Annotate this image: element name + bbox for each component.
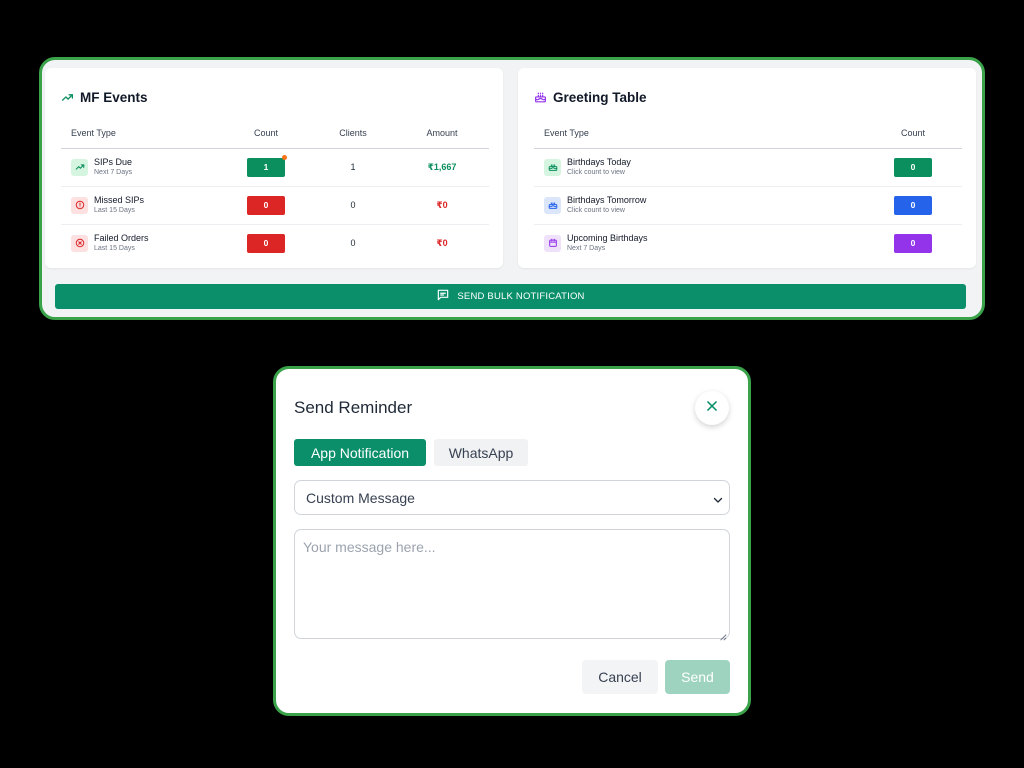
count-badge[interactable]: 0	[894, 195, 932, 215]
col-amount: Amount	[395, 118, 489, 149]
count-badge[interactable]: 0	[247, 195, 285, 215]
event-name: Failed Orders	[94, 233, 149, 244]
amount-value: ₹0	[436, 237, 448, 248]
calendar-icon	[544, 234, 561, 252]
modal-title: Send Reminder	[294, 398, 413, 417]
col-count: Count	[864, 118, 962, 149]
resize-handle-icon[interactable]	[719, 628, 727, 646]
event-hint: Click count to view	[567, 207, 625, 214]
message-type-select[interactable]: Custom Message	[294, 480, 730, 515]
clients-value: 0	[311, 186, 395, 225]
table-row: Missed SIPs Last 15 Days 0 0 ₹0	[61, 186, 489, 225]
chevron-down-icon	[712, 493, 724, 509]
notification-dot	[282, 154, 287, 160]
tab-app-notification[interactable]: App Notification	[294, 439, 426, 466]
greeting-table: Event Type Count Birthdays Today Click c	[534, 118, 962, 262]
table-row: Birthdays Today Click count to view 0	[534, 148, 962, 187]
count-badge[interactable]: 0	[894, 233, 932, 253]
x-circle-icon	[71, 234, 88, 252]
greeting-table-title: Greeting Table	[553, 90, 647, 105]
clients-value: 0	[350, 238, 356, 249]
tab-whatsapp[interactable]: WhatsApp	[434, 439, 528, 466]
event-period: Last 15 Days	[94, 207, 135, 214]
send-bulk-notification-button[interactable]: SEND BULK NOTIFICATION	[55, 284, 966, 309]
greeting-title-row: Greeting Table	[534, 90, 647, 105]
trend-up-icon	[61, 91, 74, 104]
table-row: Birthdays Tomorrow Click count to view 0	[534, 186, 962, 225]
message-textarea[interactable]	[294, 529, 730, 639]
event-name: Birthdays Today	[567, 157, 631, 167]
mf-events-title: MF Events	[80, 90, 148, 105]
event-period: Next 7 Days	[94, 169, 133, 176]
amount-value: ₹0	[395, 186, 489, 225]
message-type-value: Custom Message	[306, 489, 415, 506]
mf-events-card: MF Events Event Type Count Clients Amoun…	[45, 68, 503, 268]
close-icon	[705, 399, 719, 418]
send-button[interactable]: Send	[665, 660, 730, 694]
col-event-type: Event Type	[61, 118, 221, 149]
col-count: Count	[221, 118, 311, 149]
clients-value: 1	[311, 148, 395, 187]
event-hint: Click count to view	[567, 169, 625, 176]
col-clients: Clients	[311, 118, 395, 149]
send-bulk-notification-label: SEND BULK NOTIFICATION	[457, 291, 585, 302]
event-name: SIPs Due	[94, 157, 133, 167]
greeting-table-card: Greeting Table Event Type Count Birthday…	[518, 68, 976, 268]
alert-circle-icon	[71, 196, 88, 214]
table-row: Upcoming Birthdays Next 7 Days 0	[534, 224, 962, 262]
col-event-type: Event Type	[534, 118, 864, 149]
cake-icon	[534, 91, 547, 104]
event-period: Last 15 Days	[94, 245, 135, 253]
trend-up-icon	[71, 158, 88, 176]
event-name: Missed SIPs	[94, 195, 145, 205]
event-name: Upcoming Birthdays	[567, 233, 648, 244]
cake-icon	[544, 196, 561, 214]
amount-value: ₹1,667	[395, 148, 489, 187]
table-row: SIPs Due Next 7 Days 1 1 ₹1,667	[61, 148, 489, 187]
count-badge[interactable]: 0	[247, 233, 285, 253]
cake-icon	[544, 158, 561, 176]
mf-events-table: Event Type Count Clients Amount SIPs Due…	[61, 118, 489, 262]
dashboard-panel: MF Events Event Type Count Clients Amoun…	[39, 57, 985, 320]
close-button[interactable]	[695, 391, 729, 425]
send-reminder-modal: Send Reminder App Notification WhatsApp …	[273, 366, 751, 716]
cancel-button[interactable]: Cancel	[582, 660, 658, 694]
event-name: Birthdays Tomorrow	[567, 195, 647, 205]
table-row: Failed Orders Last 15 Days 0 0 ₹0	[61, 224, 489, 262]
mf-events-title-row: MF Events	[61, 90, 148, 105]
message-square-icon	[436, 288, 450, 305]
count-badge[interactable]: 1	[247, 154, 287, 177]
count-badge[interactable]: 0	[894, 157, 932, 177]
event-period: Next 7 Days	[567, 245, 606, 253]
